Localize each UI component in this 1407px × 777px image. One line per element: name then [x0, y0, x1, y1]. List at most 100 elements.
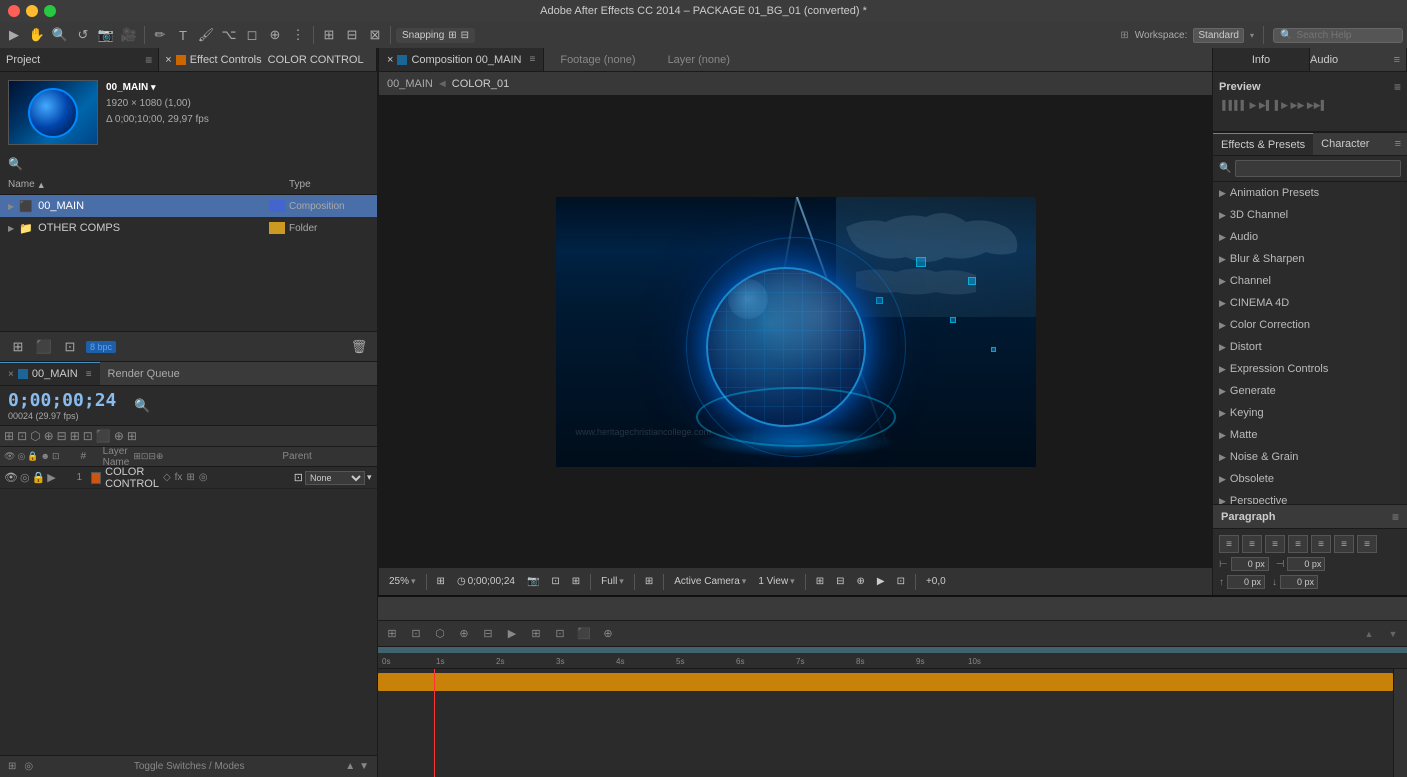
- region-btn[interactable]: ⊡: [547, 574, 563, 589]
- effect-obsolete[interactable]: ▶ Obsolete: [1213, 468, 1407, 490]
- parent-select[interactable]: None: [305, 471, 365, 485]
- tl-tool-1[interactable]: ⊞: [382, 624, 402, 644]
- timeline-ruler[interactable]: 0s 1s 2s 3s 4s 5s 6s 7s 8s 9s 10s: [378, 647, 1407, 669]
- tl-tool-5[interactable]: ⊟: [478, 624, 498, 644]
- comp-main-tab[interactable]: × Composition 00_MAIN ≡: [379, 48, 544, 71]
- current-timecode[interactable]: 0;00;00;24: [8, 390, 116, 411]
- layer-blend-icon[interactable]: ◎: [199, 472, 208, 483]
- active-camera-select[interactable]: Active Camera ▾: [670, 574, 750, 589]
- tl-tool-4[interactable]: ⊕: [454, 624, 474, 644]
- new-comp-btn[interactable]: ⬛: [34, 337, 54, 357]
- bpc-badge[interactable]: 8 bpc: [86, 341, 116, 353]
- sort-arrow[interactable]: ▲: [37, 180, 46, 190]
- tool-clone[interactable]: ⌥: [219, 25, 239, 45]
- tl-tool-2[interactable]: ⊡: [406, 624, 426, 644]
- character-tab[interactable]: Character: [1313, 133, 1377, 155]
- lc-icon-8[interactable]: ⬛: [96, 429, 111, 443]
- quality-dropdown[interactable]: ▾: [619, 576, 624, 587]
- effect-keying[interactable]: ▶ Keying: [1213, 402, 1407, 424]
- project-menu-icon[interactable]: ≡: [145, 53, 152, 67]
- import-btn[interactable]: ⊡: [60, 337, 80, 357]
- breadcrumb-00main[interactable]: 00_MAIN: [387, 78, 433, 90]
- search-bar[interactable]: 🔍: [1273, 28, 1403, 43]
- align-right-btn[interactable]: ≡: [1265, 535, 1285, 553]
- space-before-input[interactable]: [1227, 575, 1265, 589]
- preview-menu[interactable]: ≡: [1394, 80, 1401, 94]
- tool-text[interactable]: T: [173, 25, 193, 45]
- layer-name[interactable]: COLOR CONTROL: [105, 467, 159, 490]
- tool-zoom[interactable]: 🔍: [50, 25, 70, 45]
- project-item-other-comps[interactable]: ▶ 📁 OTHER COMPS Folder: [0, 217, 377, 239]
- paragraph-menu[interactable]: ≡: [1392, 510, 1399, 524]
- view-options-btn[interactable]: ⊞: [433, 574, 449, 589]
- project-item-00main[interactable]: ▶ ⬛ 00_MAIN Composition: [0, 195, 377, 217]
- tl-footer-icon2[interactable]: ◎: [24, 761, 33, 772]
- layer-tab[interactable]: Layer (none): [652, 48, 746, 71]
- tool-rotate[interactable]: ↺: [73, 25, 93, 45]
- comp-tab-close[interactable]: ×: [387, 54, 393, 66]
- x-btn[interactable]: ×: [165, 54, 171, 66]
- maximize-button[interactable]: [44, 5, 56, 17]
- effect-perspective[interactable]: ▶ Perspective: [1213, 490, 1407, 504]
- tool-camera2[interactable]: 🎥: [119, 25, 139, 45]
- layer-row-color-control[interactable]: 👁 ◎ 🔒 ▶ 1 COLOR CONTROL ◇ fx ⊞ ◎: [0, 467, 377, 489]
- align-justify-left-btn[interactable]: ≡: [1288, 535, 1308, 553]
- lc-icon-6[interactable]: ⊞: [70, 429, 80, 443]
- quality-select[interactable]: Full ▾: [597, 574, 628, 589]
- effects-search-input[interactable]: [1235, 160, 1401, 177]
- layer-fx-icon[interactable]: fx: [175, 472, 183, 483]
- lc-icon-9[interactable]: ⊕: [114, 429, 124, 443]
- effect-audio[interactable]: ▶ Audio: [1213, 226, 1407, 248]
- effect-expression-controls[interactable]: ▶ Expression Controls: [1213, 358, 1407, 380]
- new-folder-btn[interactable]: ⊞: [8, 337, 28, 357]
- lc-icon-10[interactable]: ⊞: [127, 429, 137, 443]
- lock-icon[interactable]: 🔒: [32, 471, 46, 484]
- tl-tool-7[interactable]: ⊞: [526, 624, 546, 644]
- layer-key-icon[interactable]: ◇: [163, 472, 171, 483]
- effect-channel[interactable]: ▶ Channel: [1213, 270, 1407, 292]
- fast-preview-btn[interactable]: ⊡: [893, 574, 909, 589]
- tl-tool-8[interactable]: ⊡: [550, 624, 570, 644]
- search-input[interactable]: [1296, 30, 1396, 41]
- tool-eraser[interactable]: ◻: [242, 25, 262, 45]
- render-queue-tab[interactable]: Render Queue: [100, 362, 188, 385]
- effect-generate[interactable]: ▶ Generate: [1213, 380, 1407, 402]
- tool-align1[interactable]: ⊞: [319, 25, 339, 45]
- effects-menu[interactable]: ≡: [1395, 138, 1407, 150]
- breadcrumb-color01[interactable]: COLOR_01: [452, 78, 509, 90]
- tool-align2[interactable]: ⊟: [342, 25, 362, 45]
- tool-select[interactable]: ▶: [4, 25, 24, 45]
- tl-footer-icon1[interactable]: ⊞: [8, 761, 16, 772]
- resolution-btn[interactable]: ⊞: [641, 574, 657, 589]
- close-button[interactable]: [8, 5, 20, 17]
- effect-noise-grain[interactable]: ▶ Noise & Grain: [1213, 446, 1407, 468]
- project-tab[interactable]: Project ≡: [0, 48, 159, 71]
- tl-footer-icon4[interactable]: ▼: [359, 761, 369, 772]
- tl-vscroll-down[interactable]: ▼: [1383, 624, 1403, 644]
- space-after-input[interactable]: [1280, 575, 1318, 589]
- motion-blur-btn[interactable]: ⊟: [832, 574, 848, 589]
- tl-vscroll-up[interactable]: ▲: [1359, 624, 1379, 644]
- audio-menu[interactable]: ≡: [1388, 54, 1406, 66]
- solo-icon[interactable]: ◎: [20, 471, 30, 484]
- tool-roto[interactable]: ⊕: [265, 25, 285, 45]
- search-timeline-btn[interactable]: 🔍: [132, 396, 152, 416]
- indent-right-input[interactable]: [1287, 557, 1325, 571]
- window-controls[interactable]: [8, 5, 56, 17]
- tl-close-btn[interactable]: ×: [8, 369, 14, 380]
- eye-icon[interactable]: 👁: [4, 471, 18, 484]
- workspace-select[interactable]: Standard: [1193, 28, 1244, 43]
- lc-icon-5[interactable]: ⊟: [57, 429, 67, 443]
- lc-icon-2[interactable]: ⊡: [17, 429, 27, 443]
- layer-3d-icon[interactable]: ⊞: [186, 472, 194, 483]
- effect-blur-sharpen[interactable]: ▶ Blur & Sharpen: [1213, 248, 1407, 270]
- info-tab[interactable]: Info: [1213, 48, 1310, 71]
- tl-tab-menu[interactable]: ≡: [86, 369, 92, 380]
- lc-icon-1[interactable]: ⊞: [4, 429, 14, 443]
- delete-btn[interactable]: 🗑: [349, 337, 369, 357]
- camera-dropdown[interactable]: ▾: [742, 576, 747, 587]
- composition-viewer[interactable]: www.heritagechristiancollege.com: [379, 96, 1212, 567]
- timeline-main-tab[interactable]: × 00_MAIN ≡: [0, 362, 100, 385]
- effect-controls-tab[interactable]: × Effect Controls COLOR CONTROL: [159, 48, 377, 71]
- offset-display[interactable]: +0,0: [922, 574, 950, 589]
